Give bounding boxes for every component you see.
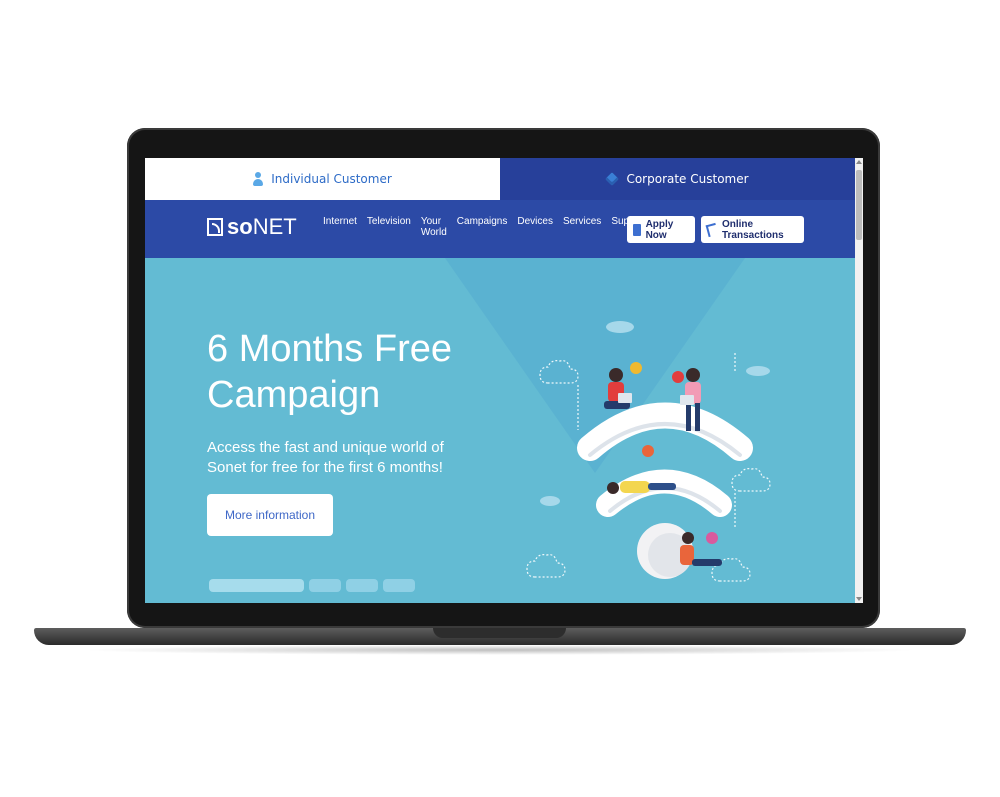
nav-links: Internet Television Your World Campaigns… [323,216,646,238]
tab-corporate-label: Corporate Customer [626,172,749,186]
wifi-people-illustration [526,321,771,582]
cursor-click-icon [705,222,719,237]
tab-individual-customer[interactable]: Individual Customer [145,158,500,200]
carousel-indicators [209,579,415,592]
vertical-scrollbar[interactable] [855,158,863,603]
nav-link-television[interactable]: Television [367,216,411,238]
carousel-dot-3[interactable] [346,579,378,592]
nav-link-your-world[interactable]: Your World [421,216,447,238]
apply-now-label: Apply Now [645,218,674,241]
logo-mark-icon [207,218,223,236]
online-transactions-label: Online Transactions [721,218,784,241]
carousel-dot-2[interactable] [309,579,341,592]
scroll-thumb[interactable] [856,170,862,240]
cube-icon [605,172,620,186]
carousel-dot-4[interactable] [383,579,415,592]
carousel-dot-1[interactable] [209,579,304,592]
nav-link-internet[interactable]: Internet [323,216,357,238]
nav-link-devices[interactable]: Devices [517,216,553,238]
hero-subtitle: Access the fast and unique world of Sone… [207,439,444,476]
sonet-logo[interactable]: soNET [207,214,315,240]
hero-title: 6 Months Free Campaign [207,328,452,416]
scroll-up-arrow-icon[interactable] [856,160,862,164]
logo-text: soNET [227,214,297,239]
customer-type-tabs: Individual Customer Corporate Customer [145,158,855,200]
laptop-shadow [80,645,920,655]
tab-individual-label: Individual Customer [271,172,392,186]
browser-viewport: Individual Customer Corporate Customer s… [145,158,863,603]
nav-link-campaigns[interactable]: Campaigns [457,216,508,238]
apply-now-button[interactable]: Apply Now [627,216,695,243]
laptop-notch [433,628,566,638]
tab-corporate-customer[interactable]: Corporate Customer [500,158,855,200]
main-navigation: soNET Internet Television Your World Cam… [145,200,855,258]
nav-link-services[interactable]: Services [563,216,601,238]
scroll-down-arrow-icon[interactable] [856,597,862,601]
document-icon [633,223,641,236]
online-transactions-button[interactable]: Online Transactions [701,216,804,243]
person-icon [253,172,264,186]
more-information-button[interactable]: More information [207,494,333,536]
